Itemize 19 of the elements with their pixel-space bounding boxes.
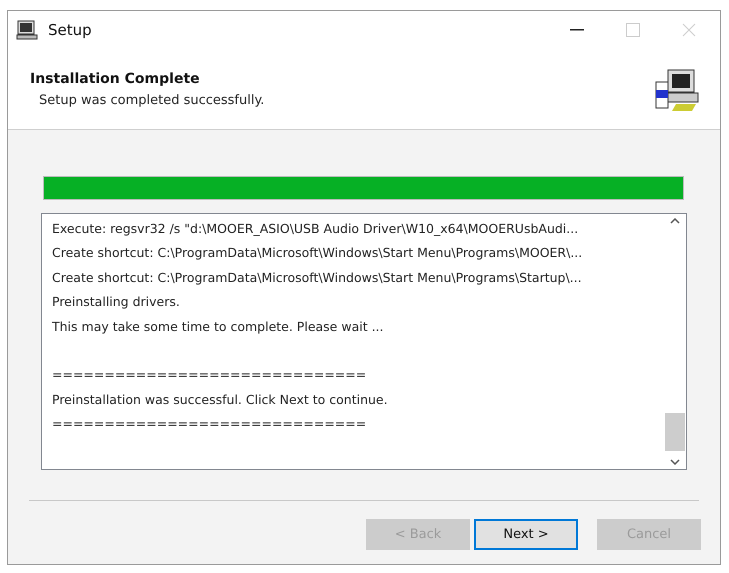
header-subtitle: Setup was completed successfully. [38,92,266,108]
scrollbar-thumb[interactable] [665,413,685,451]
log-line: Create shortcut: C:\ProgramData\Microsoft\Windows\Start Menu\Programs\Startup\... [52,268,583,287]
log-line: Preinstalling drivers. [52,293,181,312]
maximize-icon [626,23,640,37]
close-icon [682,23,696,37]
header-title: Installation Complete [30,70,201,86]
window-title: Setup [48,21,93,39]
log-line: ============================== [52,366,368,384]
computer-icon [16,20,38,40]
log-line: This may take some time to complete. Please wait ... [52,318,385,336]
scroll-down-icon[interactable] [670,459,680,465]
dialog-button[interactable]: Next > [474,519,578,550]
log-line: Execute: regsvr32 /s "d:\MOOER_ASIO\USB Audio Driver\W10_x64\MOOERUsbAudi... [52,220,580,238]
scroll-up-icon[interactable] [670,218,680,224]
log-line: Preinstallation was successful. Click Next to continue. [52,390,389,409]
minimize-icon [570,29,584,31]
log-line: Create shortcut: C:\ProgramData\Microsoft\Windows\Start Menu\Programs\MOOER\... [52,244,584,262]
log-line: ============================== [52,415,368,434]
